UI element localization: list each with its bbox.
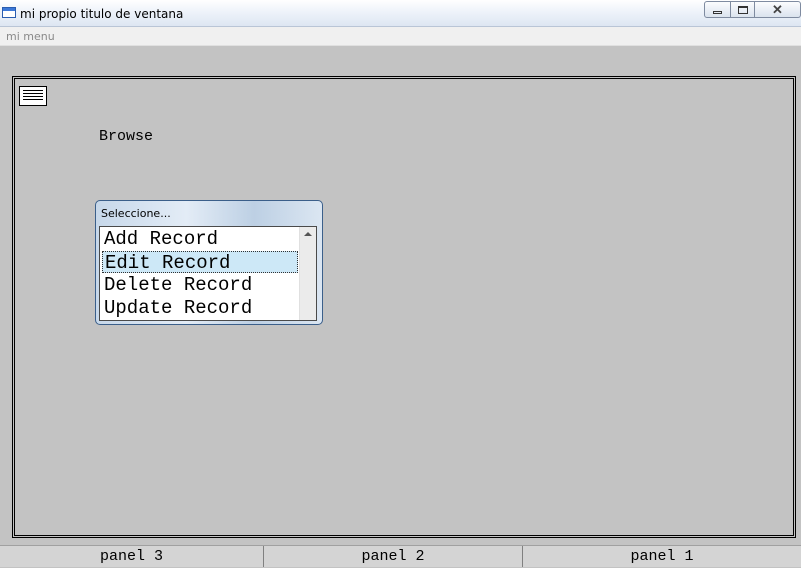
close-button[interactable]: ✕ [755,1,801,18]
window-controls: ✕ [704,0,801,20]
list-item-edit-record[interactable]: Edit Record [102,251,298,274]
dialog-title: Seleccione... [101,207,171,220]
maximize-button[interactable] [731,1,755,18]
minimize-icon [713,10,722,14]
listbox-scrollbar[interactable] [299,227,316,320]
options-listbox[interactable]: Add Record Edit Record Delete Record Upd… [99,226,317,321]
scroll-up-icon[interactable] [304,232,312,236]
menu-item-mi-menu[interactable]: mi menu [6,30,55,43]
maximize-icon [737,5,748,14]
status-panel-3: panel 3 [0,546,264,567]
title-bar: mi propio titulo de ventana ✕ [0,0,801,27]
window-title: mi propio titulo de ventana [20,7,184,21]
list-item-update-record[interactable]: Update Record [102,297,298,319]
status-panel-1: panel 1 [630,548,694,565]
close-icon: ✕ [772,1,783,17]
list-item-delete-record[interactable]: Delete Record [102,274,298,296]
selection-dialog: Seleccione... Add Record Edit Record Del… [95,200,323,325]
printer-icon[interactable] [19,86,47,106]
list-item-add-record[interactable]: Add Record [102,228,298,250]
browse-label: Browse [99,128,154,145]
minimize-button[interactable] [704,1,731,18]
window-icon[interactable] [2,7,16,18]
menu-bar: mi menu [0,27,801,46]
status-panel-2: panel 2 [264,546,523,567]
status-bar: panel 3 panel 2 panel 1 [0,545,801,567]
